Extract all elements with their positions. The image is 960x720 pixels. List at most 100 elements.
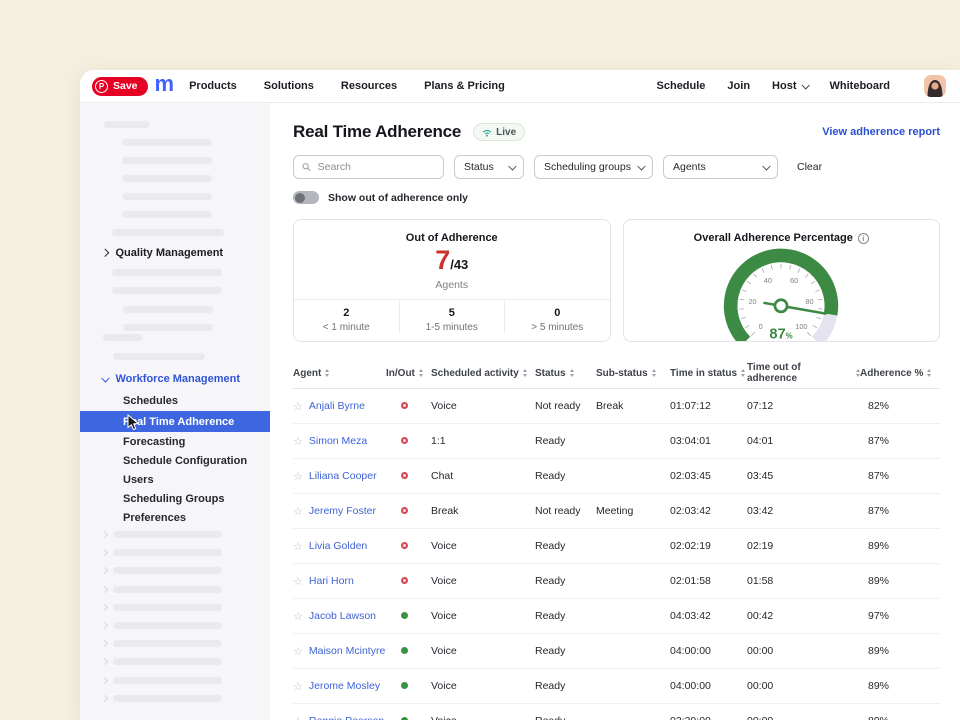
live-signal-icon: [482, 128, 492, 137]
skeleton-bar: [103, 334, 143, 341]
chevron-right-icon: [101, 549, 108, 556]
sort-icon: [523, 369, 527, 377]
scheduled-activity-cell: Voice: [431, 645, 535, 657]
time-in-status-cell: 01:07:12: [670, 400, 747, 412]
sidebar-item-workforce-management[interactable]: Workforce Management: [102, 371, 240, 387]
star-icon[interactable]: ☆: [293, 470, 303, 483]
agent-name-link[interactable]: Simon Meza: [309, 435, 367, 447]
chevron-right-icon: [101, 604, 108, 611]
star-icon[interactable]: ☆: [293, 435, 303, 448]
skeleton-bar: [123, 324, 213, 331]
pinterest-icon: P: [95, 80, 108, 93]
agent-name-link[interactable]: Liliana Cooper: [309, 470, 377, 482]
search-icon: [302, 162, 311, 172]
sidebar-item-quality-management[interactable]: Quality Management: [102, 245, 223, 261]
nav-item-resources[interactable]: Resources: [341, 80, 397, 92]
agent-name-link[interactable]: Hari Horn: [309, 575, 354, 587]
sidebar-item-scheduling-groups[interactable]: Scheduling Groups: [80, 489, 270, 509]
sort-icon: [741, 369, 745, 377]
nav-item-products[interactable]: Products: [189, 80, 237, 92]
view-adherence-report-link[interactable]: View adherence report: [822, 126, 940, 138]
sidebar-item-preferences[interactable]: Preferences: [80, 508, 270, 528]
nav-item-plans-pricing[interactable]: Plans & Pricing: [424, 80, 505, 92]
time-out-of-adherence-cell: 04:01: [747, 435, 860, 447]
info-icon[interactable]: i: [858, 233, 869, 244]
nav-item-solutions[interactable]: Solutions: [264, 80, 314, 92]
status-cell: Not ready: [535, 400, 596, 412]
sidebar-item-users[interactable]: Users: [80, 470, 270, 490]
column-header[interactable]: Time in status: [670, 368, 747, 379]
column-header-label: Time in status: [670, 368, 737, 379]
nav-item-join[interactable]: Join: [727, 80, 750, 92]
status-cell: Ready: [535, 470, 596, 482]
nav-item-schedule[interactable]: Schedule: [657, 80, 706, 92]
pinterest-save-button[interactable]: P Save: [92, 77, 148, 96]
column-header[interactable]: Agent: [293, 368, 386, 379]
time-out-of-adherence-cell: 02:19: [747, 540, 860, 552]
svg-text:40: 40: [764, 276, 772, 285]
avatar[interactable]: [924, 75, 946, 97]
column-header[interactable]: Scheduled activity: [431, 368, 535, 379]
sidebar-item-schedule-configuration[interactable]: Schedule Configuration: [80, 451, 270, 471]
column-header[interactable]: Status: [535, 368, 596, 379]
table-row: ☆ Anjali Byrne Voice Not ready Break 01:…: [293, 389, 940, 424]
status-cell: Ready: [535, 610, 596, 622]
star-icon[interactable]: ☆: [293, 645, 303, 658]
agent-name-link[interactable]: Maison Mcintyre: [309, 645, 385, 657]
agents-dropdown[interactable]: Agents: [663, 155, 778, 179]
column-header[interactable]: Time out of adherence: [747, 362, 860, 384]
adherence-cell: 89%: [860, 540, 940, 552]
status-dropdown[interactable]: Status: [454, 155, 524, 179]
adherence-cell: 89%: [860, 715, 940, 720]
skeleton-bar: [113, 622, 222, 629]
top-navbar: P Save m Products Solutions Resources Pl…: [80, 70, 960, 103]
status-dropdown-label: Status: [464, 161, 494, 173]
sidebar-item-forecasting[interactable]: Forecasting: [80, 432, 270, 452]
search-box[interactable]: [293, 155, 444, 179]
skeleton-bar: [122, 157, 212, 164]
nav-left-group: Products Solutions Resources Plans & Pri…: [189, 80, 505, 92]
skeleton-bar: [113, 586, 222, 593]
chevron-right-icon: [101, 658, 108, 665]
column-header[interactable]: Sub-status: [596, 368, 670, 379]
search-input[interactable]: [316, 160, 435, 174]
star-icon[interactable]: ☆: [293, 400, 303, 413]
star-icon[interactable]: ☆: [293, 610, 303, 623]
out-of-adherence-toggle[interactable]: [293, 191, 319, 204]
scheduling-groups-dropdown[interactable]: Scheduling groups: [534, 155, 653, 179]
star-icon[interactable]: ☆: [293, 680, 303, 693]
agent-name-link[interactable]: Reggie Pearson: [309, 715, 384, 720]
svg-text:60: 60: [790, 276, 798, 285]
nav-item-host[interactable]: Host: [772, 80, 807, 92]
agent-name-link[interactable]: Jacob Lawson: [309, 610, 376, 622]
column-header[interactable]: Adherence %: [860, 368, 940, 379]
chevron-right-icon: [101, 531, 108, 538]
clear-filters-button[interactable]: Clear: [797, 161, 822, 173]
star-icon[interactable]: ☆: [293, 505, 303, 518]
agent-name-link[interactable]: Jerome Mosley: [309, 680, 380, 692]
agent-name-link[interactable]: Livia Golden: [309, 540, 367, 552]
sidebar-item-real-time-adherence[interactable]: Real Time Adherence: [80, 411, 270, 432]
adherence-cell: 87%: [860, 505, 940, 517]
star-icon[interactable]: ☆: [293, 575, 303, 588]
star-icon[interactable]: ☆: [293, 540, 303, 553]
table-row: ☆ Maison Mcintyre Voice Ready 04:00:00 0…: [293, 634, 940, 669]
chevron-down-icon: [508, 162, 516, 170]
agent-name-link[interactable]: Jeremy Foster: [309, 505, 376, 517]
nav-item-whiteboard[interactable]: Whiteboard: [830, 80, 891, 92]
table-header: Agent In/Out Scheduled activity Status S…: [293, 358, 940, 389]
sort-icon: [652, 369, 656, 377]
column-header-label: Adherence %: [860, 368, 923, 379]
sidebar-item-schedules[interactable]: Schedules: [80, 391, 270, 411]
adherence-cell: 89%: [860, 575, 940, 587]
in-out-status-dot: [401, 437, 408, 444]
table-row: ☆ Liliana Cooper Chat Ready 02:03:45 03:…: [293, 459, 940, 494]
column-header-label: Scheduled activity: [431, 368, 519, 379]
star-icon[interactable]: ☆: [293, 715, 303, 720]
agent-name-link[interactable]: Anjali Byrne: [309, 400, 365, 412]
miro-logo[interactable]: m: [155, 73, 174, 95]
table-row: ☆ Jeremy Foster Break Not ready Meeting …: [293, 494, 940, 529]
time-out-of-adherence-cell: 01:58: [747, 575, 860, 587]
scheduled-activity-cell: Voice: [431, 680, 535, 692]
column-header[interactable]: In/Out: [386, 368, 431, 379]
